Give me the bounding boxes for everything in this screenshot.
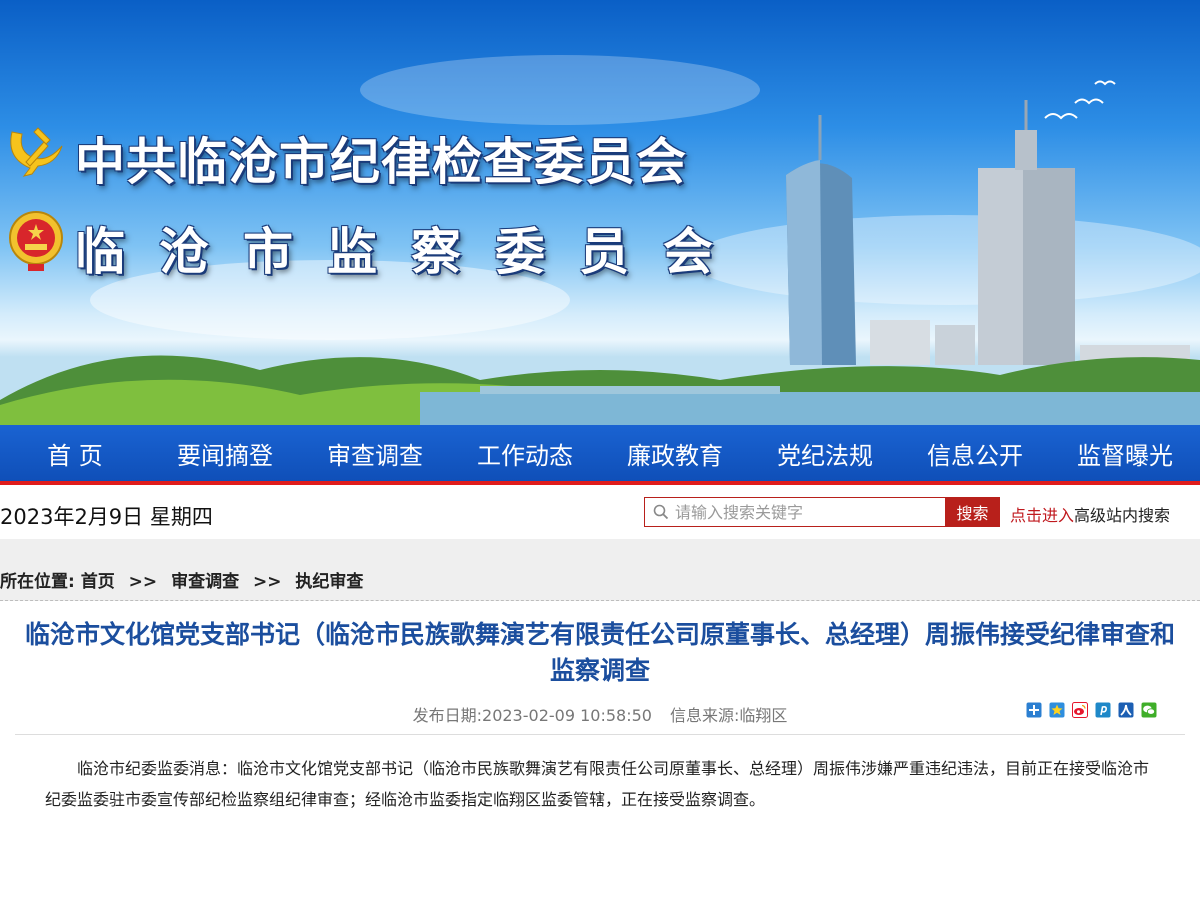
national-emblem-icon (9, 211, 63, 271)
search-box (644, 497, 946, 527)
header-banner: 中共临沧市纪律检查委员会 临沧市监察委员会 (0, 0, 1200, 425)
nav-item-home[interactable]: 首 页 (0, 425, 150, 481)
article-meta-text: 发布日期:2023-02-09 10:58:50 信息来源:临翔区 (15, 702, 1185, 726)
breadcrumb-separator: >> (253, 572, 282, 592)
current-date: 2023年2月9日 星期四 (0, 505, 213, 529)
party-emblem-icon (10, 127, 63, 177)
nav-item-investigation[interactable]: 审查调查 (300, 425, 450, 481)
publish-date: 2023-02-09 10:58:50 (482, 706, 652, 725)
nav-item-exposure[interactable]: 监督曝光 (1050, 425, 1200, 481)
plus-share-icon[interactable] (1026, 702, 1042, 718)
breadcrumb-separator: >> (128, 572, 158, 592)
advanced-search: 点击进入高级站内搜索 (1010, 502, 1170, 526)
nav-item-regulations[interactable]: 党纪法规 (750, 425, 900, 481)
breadcrumb-home[interactable]: 首页 (81, 572, 115, 592)
breadcrumb-bar: 所在位置: 首页 >> 审查调查 >> 执纪审查 (0, 539, 1200, 601)
date-search-bar: 2023年2月9日 星期四 搜索 点击进入高级站内搜索 (0, 485, 1200, 541)
search-button[interactable]: 搜索 (945, 497, 1000, 527)
nav-item-work-updates[interactable]: 工作动态 (450, 425, 600, 481)
nav-item-disclosure[interactable]: 信息公开 (900, 425, 1050, 481)
pinterest-icon[interactable] (1095, 702, 1111, 718)
search-input[interactable] (675, 498, 943, 526)
breadcrumb-investigation[interactable]: 审查调查 (171, 572, 239, 592)
source-label: 信息来源: (669, 706, 740, 725)
main-nav: 首 页 要闻摘登 审查调查 工作动态 廉政教育 党纪法规 信息公开 监督曝光 (0, 425, 1200, 485)
advanced-search-link[interactable]: 点击进入 (1010, 506, 1074, 525)
article-meta: 发布日期:2023-02-09 10:58:50 信息来源:临翔区 (15, 689, 1185, 735)
qzone-icon[interactable] (1049, 702, 1065, 718)
source-value: 临翔区 (739, 706, 788, 725)
renren-icon[interactable] (1118, 702, 1134, 718)
weibo-icon[interactable] (1072, 702, 1088, 718)
article: 临沧市文化馆党支部书记（临沧市民族歌舞演艺有限责任公司原董事长、总经理）周振伟接… (0, 617, 1200, 815)
nav-item-integrity-education[interactable]: 廉政教育 (600, 425, 750, 481)
wechat-icon[interactable] (1141, 702, 1157, 718)
share-bar (1026, 702, 1157, 718)
breadcrumb: 所在位置: 首页 >> 审查调查 >> 执纪审查 (0, 567, 363, 592)
article-body: 临沧市纪委监委消息：临沧市文化馆党支部书记（临沧市民族歌舞演艺有限责任公司原董事… (45, 759, 1150, 809)
publish-date-label: 发布日期: (412, 706, 483, 725)
banner-title-cpc: 中共临沧市纪律检查委员会 (75, 132, 687, 191)
nav-item-news[interactable]: 要闻摘登 (150, 425, 300, 481)
article-title: 临沧市文化馆党支部书记（临沧市民族歌舞演艺有限责任公司原董事长、总经理）周振伟接… (24, 620, 1175, 685)
banner-title-supervision: 临沧市监察委员会 (75, 222, 747, 281)
advanced-search-label: 高级站内搜索 (1074, 506, 1171, 525)
search-icon (653, 504, 669, 520)
breadcrumb-discipline-review[interactable]: 执纪审查 (295, 572, 363, 592)
breadcrumb-label: 所在位置: (0, 572, 75, 592)
